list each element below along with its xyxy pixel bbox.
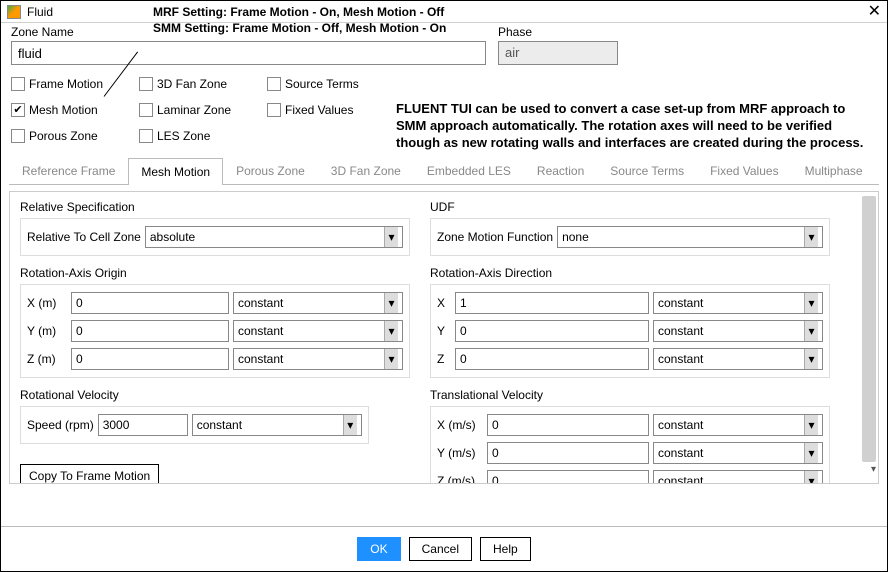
relative-to-value: absolute [150,230,195,244]
direction-z-input[interactable]: 0 [455,348,649,370]
rotation-origin-title: Rotation-Axis Origin [20,266,410,280]
origin-z-mode[interactable]: constant▾ [233,348,403,370]
chevron-down-icon: ▾ [804,293,818,313]
trans-z-label: Z (m/s) [437,474,483,484]
trans-y-label: Y (m/s) [437,446,483,460]
tab-fixed-values[interactable]: Fixed Values [697,157,791,184]
chevron-down-icon: ▾ [384,293,398,313]
fixed-values-label: Fixed Values [285,103,353,117]
tab-embedded-les[interactable]: Embedded LES [414,157,524,184]
relative-to-label: Relative To Cell Zone [27,230,141,244]
laminar-zone-label: Laminar Zone [157,103,231,117]
close-icon[interactable]: ✕ [868,4,881,20]
chevron-down-icon: ▾ [804,227,818,247]
direction-x-input[interactable]: 1 [455,292,649,314]
translational-velocity-title: Translational Velocity [430,388,830,402]
direction-y-input[interactable]: 0 [455,320,649,342]
tab-3d-fan-zone[interactable]: 3D Fan Zone [318,157,414,184]
chevron-down-icon: ▾ [384,321,398,341]
annotation-mrf: MRF Setting: Frame Motion - On, Mesh Mot… [153,5,444,19]
relative-spec-title: Relative Specification [20,200,410,214]
porous-zone-checkbox[interactable] [11,129,25,143]
trans-x-label: X (m/s) [437,418,483,432]
les-zone-label: LES Zone [157,129,210,143]
tab-multiphase[interactable]: Multiphase [792,157,876,184]
direction-x-mode[interactable]: constant▾ [653,292,823,314]
frame-motion-label: Frame Motion [29,77,103,91]
panel-scrollbar[interactable] [862,196,876,462]
rotational-velocity-title: Rotational Velocity [20,388,410,402]
speed-mode[interactable]: constant▾ [192,414,362,436]
chevron-down-icon: ▾ [384,349,398,369]
trans-x-mode[interactable]: constant▾ [653,414,823,436]
speed-label: Speed (rpm) [27,418,94,432]
window-title: Fluid [27,5,53,19]
dialog-fluid: Fluid ✕ MRF Setting: Frame Motion - On, … [0,0,888,572]
phase-value: air [498,41,618,65]
annotation-smm: SMM Setting: Frame Motion - Off, Mesh Mo… [153,21,446,35]
relative-to-dropdown[interactable]: absolute ▾ [145,226,403,248]
mesh-motion-checkbox[interactable] [11,103,25,117]
chevron-down-icon: ▾ [804,471,818,484]
udf-title: UDF [430,200,830,214]
chevron-down-icon: ▾ [804,415,818,435]
origin-x-label: X (m) [27,296,67,310]
phase-label: Phase [498,25,618,39]
chevron-down-icon: ▾ [384,227,398,247]
tab-mesh-motion[interactable]: Mesh Motion [128,158,223,185]
source-terms-label: Source Terms [285,77,359,91]
origin-y-label: Y (m) [27,324,67,338]
scroll-down-icon[interactable]: ▾ [871,464,876,475]
porous-zone-label: Porous Zone [29,129,98,143]
fixed-values-checkbox[interactable] [267,103,281,117]
direction-z-mode[interactable]: constant▾ [653,348,823,370]
direction-x-label: X [437,296,451,310]
laminar-zone-checkbox[interactable] [139,103,153,117]
rotation-direction-title: Rotation-Axis Direction [430,266,830,280]
udf-label: Zone Motion Function [437,230,553,244]
origin-y-input[interactable]: 0 [71,320,229,342]
origin-x-mode[interactable]: constant▾ [233,292,403,314]
cancel-button[interactable]: Cancel [409,537,472,561]
chevron-down-icon: ▾ [804,321,818,341]
direction-y-label: Y [437,324,451,338]
fan-zone-checkbox[interactable] [139,77,153,91]
origin-z-input[interactable]: 0 [71,348,229,370]
annotation-side-note: FLUENT TUI can be used to convert a case… [396,101,866,152]
chevron-down-icon: ▾ [343,415,357,435]
tab-source-terms[interactable]: Source Terms [597,157,697,184]
direction-z-label: Z [437,352,451,366]
trans-y-input[interactable]: 0 [487,442,649,464]
mesh-motion-label: Mesh Motion [29,103,98,117]
les-zone-checkbox[interactable] [139,129,153,143]
help-button[interactable]: Help [480,537,531,561]
chevron-down-icon: ▾ [804,443,818,463]
speed-input[interactable]: 3000 [98,414,188,436]
trans-z-input[interactable]: 0 [487,470,649,484]
udf-dropdown[interactable]: none ▾ [557,226,823,248]
direction-y-mode[interactable]: constant▾ [653,320,823,342]
origin-x-input[interactable]: 0 [71,292,229,314]
tab-bar: Reference Frame Mesh Motion Porous Zone … [9,157,879,185]
app-icon [7,5,21,19]
copy-to-frame-motion-button[interactable]: Copy To Frame Motion [20,464,159,484]
trans-x-input[interactable]: 0 [487,414,649,436]
tab-reaction[interactable]: Reaction [524,157,597,184]
tab-reference-frame[interactable]: Reference Frame [9,157,128,184]
udf-value: none [562,230,589,244]
trans-y-mode[interactable]: constant▾ [653,442,823,464]
trans-z-mode[interactable]: constant▾ [653,470,823,484]
frame-motion-checkbox[interactable] [11,77,25,91]
fan-zone-label: 3D Fan Zone [157,77,227,91]
tab-porous-zone[interactable]: Porous Zone [223,157,318,184]
ok-button[interactable]: OK [357,537,400,561]
origin-z-label: Z (m) [27,352,67,366]
source-terms-checkbox[interactable] [267,77,281,91]
dialog-footer: OK Cancel Help [1,526,887,571]
chevron-down-icon: ▾ [804,349,818,369]
origin-y-mode[interactable]: constant▾ [233,320,403,342]
zone-name-input[interactable] [11,41,486,65]
